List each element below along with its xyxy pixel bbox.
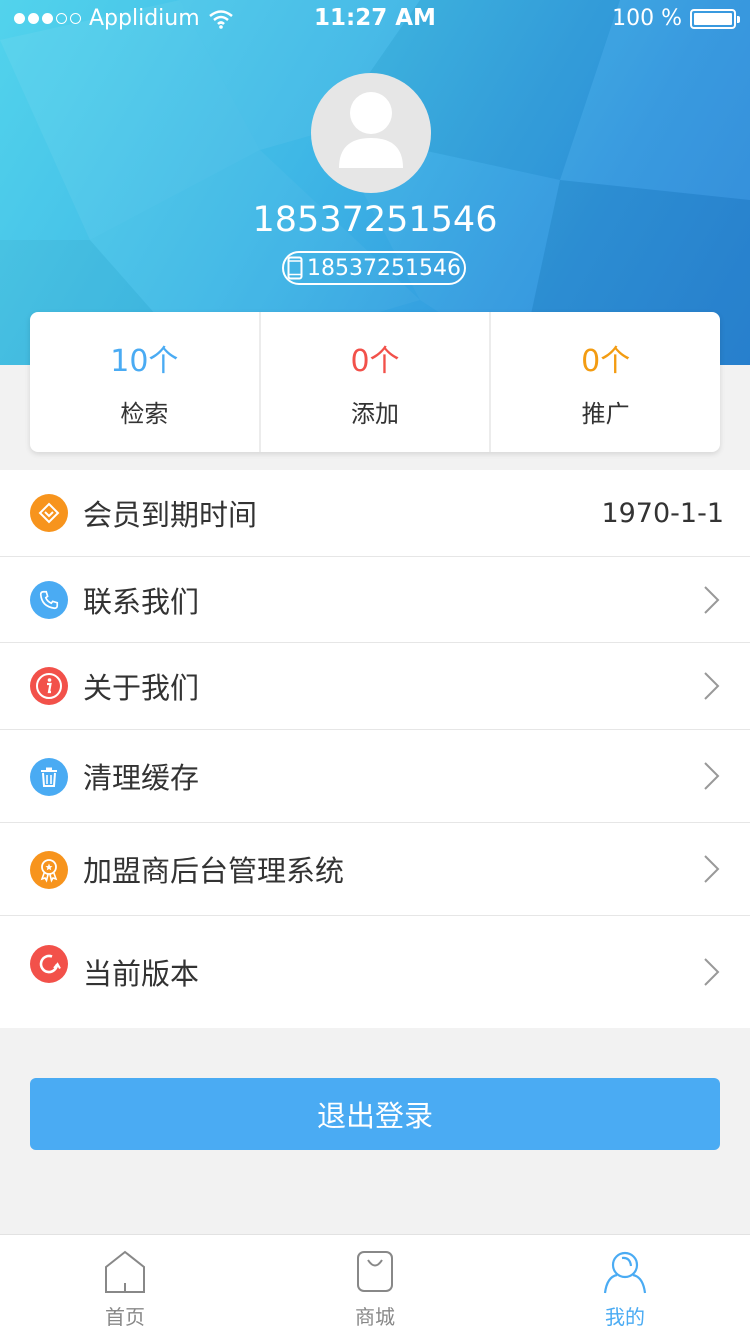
contact-us-label: 联系我们 bbox=[83, 584, 200, 619]
diamond-icon bbox=[30, 494, 68, 532]
stat-promote[interactable]: 0个 推广 bbox=[489, 312, 720, 452]
refresh-icon bbox=[30, 945, 68, 983]
clear-cache-label: 清理缓存 bbox=[83, 761, 200, 795]
franchise-admin-row[interactable]: 加盟商后台管理系统 bbox=[0, 823, 750, 916]
stat-add-count: 0个 bbox=[350, 343, 400, 379]
stat-search-label: 检索 bbox=[120, 399, 169, 428]
tab-home-label: 首页 bbox=[105, 1305, 145, 1329]
membership-expiry-row: 会员到期时间 1970-1-1 bbox=[0, 470, 750, 557]
chevron-right-icon bbox=[704, 585, 720, 614]
stats-card: 10个 检索 0个 添加 0个 推广 bbox=[30, 312, 720, 452]
battery-percent: 100 % bbox=[612, 6, 682, 31]
chevron-right-icon bbox=[704, 855, 720, 883]
stat-add[interactable]: 0个 添加 bbox=[258, 312, 490, 452]
user-placeholder-icon bbox=[339, 92, 403, 168]
shopping-bag-icon bbox=[357, 1251, 393, 1292]
chevron-right-icon bbox=[704, 762, 720, 790]
username: 18537251546 bbox=[252, 200, 498, 240]
medal-icon bbox=[30, 851, 68, 889]
stat-promote-count: 0个 bbox=[581, 343, 631, 379]
status-bar: Applidium 11:27 AM 100 % bbox=[0, 0, 750, 40]
settings-list: 会员到期时间 1970-1-1 联系我们 关于我们 清理缓存 加盟商后台管理系统… bbox=[0, 470, 750, 1028]
stat-add-label: 添加 bbox=[351, 399, 399, 428]
tab-shop-label: 商城 bbox=[355, 1305, 395, 1329]
tab-mine[interactable]: 我的 bbox=[500, 1235, 750, 1334]
chevron-right-icon bbox=[704, 958, 720, 986]
stat-search-count: 10个 bbox=[110, 343, 179, 379]
contact-us-row[interactable]: 联系我们 bbox=[0, 557, 750, 643]
stat-search[interactable]: 10个 检索 bbox=[30, 312, 259, 452]
tab-home[interactable]: 首页 bbox=[0, 1235, 250, 1334]
franchise-admin-label: 加盟商后台管理系统 bbox=[83, 854, 345, 888]
info-icon bbox=[30, 667, 68, 705]
tab-bar: 首页 商城 我的 bbox=[0, 1234, 750, 1334]
membership-expiry-label: 会员到期时间 bbox=[83, 498, 258, 532]
chevron-right-icon bbox=[704, 672, 720, 700]
user-profile-icon bbox=[603, 1251, 647, 1294]
current-version-label: 当前版本 bbox=[83, 957, 200, 991]
status-right: 100 % bbox=[612, 6, 740, 31]
phone-badge: 18537251546 bbox=[282, 251, 466, 285]
stat-promote-label: 推广 bbox=[581, 399, 630, 428]
avatar[interactable] bbox=[311, 73, 431, 193]
about-us-row[interactable]: 关于我们 bbox=[0, 643, 750, 730]
profile-header: Applidium 11:27 AM 100 % 18537251546 185… bbox=[0, 0, 750, 365]
current-version-row[interactable]: 当前版本 bbox=[0, 916, 750, 1028]
tab-mine-label: 我的 bbox=[605, 1305, 645, 1329]
tab-shop[interactable]: 商城 bbox=[250, 1235, 500, 1334]
phone-number: 18537251546 bbox=[307, 255, 461, 281]
membership-expiry-value: 1970-1-1 bbox=[601, 497, 724, 529]
phone-icon bbox=[30, 581, 68, 619]
clear-cache-row[interactable]: 清理缓存 bbox=[0, 730, 750, 823]
logout-button[interactable]: 退出登录 bbox=[30, 1078, 720, 1150]
home-icon bbox=[105, 1250, 145, 1293]
mobile-phone-icon bbox=[287, 256, 303, 280]
about-us-label: 关于我们 bbox=[83, 671, 200, 705]
battery-icon bbox=[690, 8, 740, 29]
trash-icon bbox=[30, 758, 68, 796]
